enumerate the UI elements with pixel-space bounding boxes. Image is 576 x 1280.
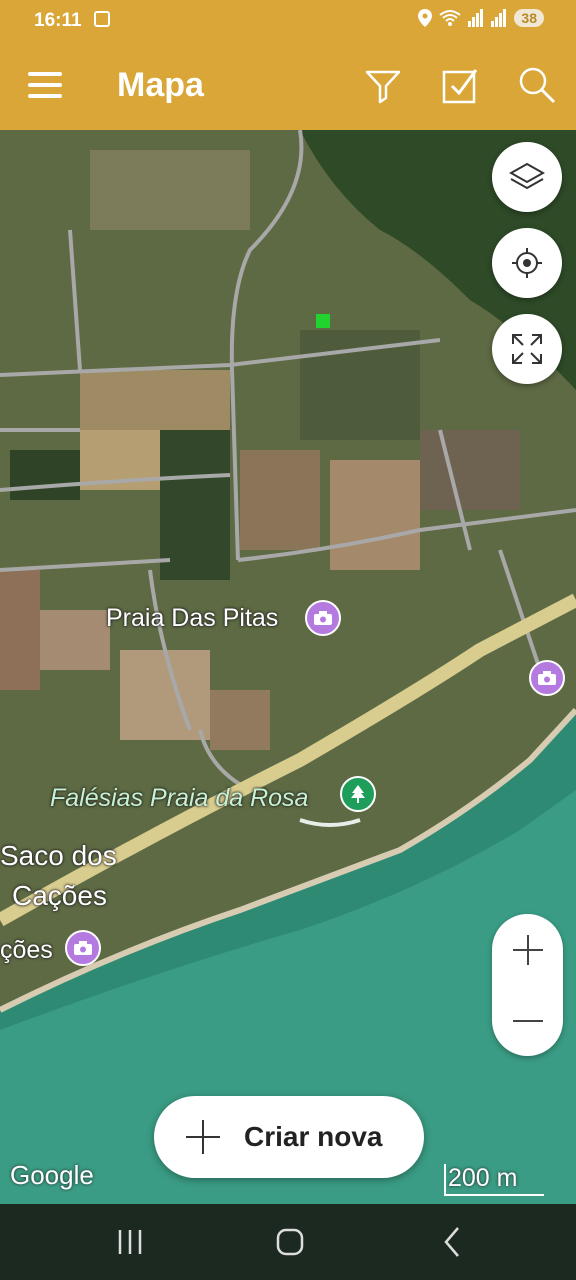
home-icon[interactable] [270, 1224, 310, 1260]
screenshot-icon [94, 11, 110, 27]
create-new-button[interactable]: Criar nova [154, 1096, 424, 1178]
back-icon[interactable] [432, 1224, 472, 1260]
crosshair-icon [512, 248, 542, 278]
fullscreen-button[interactable] [492, 314, 562, 384]
map-label-praia-das-pitas: Praia Das Pitas [106, 604, 279, 632]
map-label-falesias: Falésias Praia da Rosa [50, 784, 309, 812]
menu-icon[interactable] [28, 70, 64, 100]
scale-bar: 200 m [444, 1164, 544, 1196]
wifi-icon [439, 10, 462, 26]
map-label-saco-line1: Saco dos [0, 840, 117, 871]
filter-icon[interactable] [362, 64, 404, 106]
checkbox-icon[interactable] [440, 64, 482, 106]
satellite-map[interactable]: Praia Das Pitas Falésias Praia da Rosa S… [0, 130, 576, 1204]
camera-poi-icon-3[interactable] [65, 930, 101, 966]
camera-poi-icon-2[interactable] [529, 660, 565, 696]
field-marker [316, 314, 330, 328]
layers-icon [509, 162, 545, 190]
google-attribution: Google [10, 1160, 94, 1190]
battery-indicator: 38 [514, 9, 544, 27]
recents-icon[interactable] [110, 1224, 150, 1260]
minus-icon [512, 1019, 543, 1022]
create-new-label: Criar nova [244, 1121, 383, 1152]
camera-poi-icon[interactable] [305, 600, 341, 636]
plus-icon [512, 934, 543, 965]
tree-poi-icon[interactable] [340, 776, 376, 812]
location-icon [418, 9, 433, 27]
signal-icon-2 [491, 9, 507, 27]
system-nav-bar [0, 1204, 576, 1280]
search-icon[interactable] [516, 64, 558, 106]
status-icons: 38 [418, 9, 544, 27]
zoom-in-button[interactable] [492, 914, 563, 985]
status-bar: 16:11 38 [0, 0, 576, 42]
expand-icon [512, 334, 542, 364]
locate-button[interactable] [492, 228, 562, 298]
zoom-out-button[interactable] [492, 985, 563, 1056]
map-label-saco-line2: Cações [12, 880, 107, 911]
signal-icon [468, 9, 484, 27]
app-bar: Mapa [0, 42, 576, 130]
page-title: Mapa [117, 66, 204, 104]
map-label-cacoes: ções [0, 936, 53, 964]
status-time: 16:11 [34, 10, 82, 31]
plus-icon [186, 1120, 220, 1154]
zoom-control [492, 914, 563, 1056]
layers-button[interactable] [492, 142, 562, 212]
map-imagery [0, 130, 576, 1204]
